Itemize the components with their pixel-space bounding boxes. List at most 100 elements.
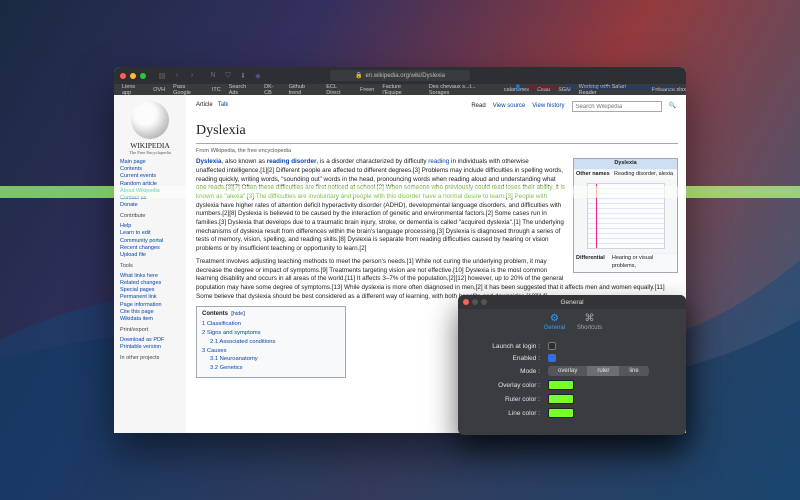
checkbox-launch-at-login[interactable] xyxy=(548,342,556,350)
bookmark-item[interactable]: DK-CB xyxy=(264,84,281,95)
link-contributions[interactable]: Contributions xyxy=(580,85,612,91)
bookmark-item[interactable]: Github trend xyxy=(289,84,318,95)
sidebar-heading: Print/export xyxy=(120,327,180,333)
seg-line[interactable]: line xyxy=(619,366,648,376)
browser-titlebar: ▤ ‹ › N ⛉ ⬇ ◆ 🔒 en.wikipedia.org/wiki/Dy… xyxy=(114,67,686,84)
command-icon: ⌘ xyxy=(573,313,607,324)
prefs-tab-general[interactable]: ⚙︎General xyxy=(538,313,572,331)
bookmark-item[interactable]: Liens app xyxy=(122,84,145,95)
sidebar-item[interactable]: What links here xyxy=(120,273,180,279)
link-create-account[interactable]: Create account xyxy=(618,85,655,91)
bookmark-item[interactable]: Freen xyxy=(360,87,374,93)
search-input[interactable] xyxy=(572,101,662,112)
sidebar-item[interactable]: Special pages xyxy=(120,287,180,293)
label-overlay-color: Overlay color : xyxy=(468,382,540,389)
toc-item[interactable]: 3.1 Neuroanatomy xyxy=(210,356,340,364)
window-close-icon[interactable] xyxy=(120,73,126,79)
seg-overlay[interactable]: overlay xyxy=(548,366,587,376)
prefs-title: General xyxy=(560,299,583,306)
bookmark-item[interactable]: Facture l'Equipe xyxy=(382,84,421,95)
link-login[interactable]: Log in xyxy=(661,85,676,91)
sidebar-item[interactable]: Cite this page xyxy=(120,309,180,315)
toc-item[interactable]: 3.2 Genetics xyxy=(210,365,340,373)
toc-item[interactable]: 2.1 Associated conditions xyxy=(210,339,340,347)
forward-icon[interactable]: › xyxy=(188,72,196,80)
bookmark-item[interactable]: Des chevaux s...t... Sorages xyxy=(429,84,496,95)
search-icon[interactable]: 🔍 xyxy=(669,102,676,110)
gear-icon: ⚙︎ xyxy=(538,313,572,324)
preferences-panel: General ⚙︎General ⌘Shortcuts Launch at l… xyxy=(458,295,686,435)
not-logged-in: Not logged in xyxy=(527,85,559,91)
handwriting-image-icon xyxy=(587,183,665,249)
window-minimize-icon[interactable] xyxy=(130,73,136,79)
tab-article[interactable]: Article xyxy=(196,102,213,108)
toc-item[interactable]: 3 Causes xyxy=(202,348,340,356)
wikipedia-globe-icon[interactable] xyxy=(131,101,169,139)
sidebar-item[interactable]: Permanent link xyxy=(120,294,180,300)
tab-talk[interactable]: Talk xyxy=(218,102,229,108)
sidebar-item[interactable]: About Wikipedia xyxy=(120,188,180,194)
tab-view-history[interactable]: View history xyxy=(532,102,564,110)
mode-segmented-control: overlay ruler line xyxy=(548,366,649,376)
page-title: Dyslexia xyxy=(196,121,678,140)
label-ruler-color: Ruler color : xyxy=(468,396,540,403)
colorwell-ruler[interactable] xyxy=(548,394,574,404)
tab-view-source[interactable]: View source xyxy=(493,102,526,110)
sidebar-item[interactable]: Contents xyxy=(120,166,180,172)
sidebar-item[interactable]: Random article xyxy=(120,181,180,187)
lock-icon: 🔒 xyxy=(355,72,362,79)
sidebar-item[interactable]: Current events xyxy=(120,173,180,179)
bookmark-item[interactable]: Pass Google xyxy=(173,84,204,95)
sidebar-item[interactable]: Donate xyxy=(120,202,180,208)
infobox-image[interactable] xyxy=(574,179,677,253)
colorwell-overlay[interactable] xyxy=(548,380,574,390)
prefs-zoom-icon xyxy=(481,299,487,305)
seg-ruler[interactable]: ruler xyxy=(587,366,619,376)
colorwell-line[interactable] xyxy=(548,408,574,418)
bookmark-item[interactable]: ECL Direct xyxy=(326,84,352,95)
person-icon: 👤 xyxy=(515,85,522,91)
wikipedia-wordmark: WIKIPEDIAThe Free Encyclopedia xyxy=(120,141,180,155)
sidebar-item[interactable]: Main page xyxy=(120,159,180,165)
sidebar-item[interactable]: Recent changes xyxy=(120,245,180,251)
page-subtitle: From Wikipedia, the free encyclopedia xyxy=(196,148,678,156)
sidebar-item[interactable]: Page information xyxy=(120,302,180,308)
sidebar-item[interactable]: Contact us xyxy=(120,195,180,201)
sidebar-item[interactable]: Learn to edit xyxy=(120,230,180,236)
sidebar-item[interactable]: Related changes xyxy=(120,280,180,286)
sidebar-item[interactable]: Download as PDF xyxy=(120,337,180,343)
bookmark-item[interactable]: Search Ads xyxy=(229,84,256,95)
sidebar-item[interactable]: Upload file xyxy=(120,252,180,258)
sidebar-item[interactable]: Help xyxy=(120,223,180,229)
sidebar-heading: Contribute xyxy=(120,213,180,219)
tab-read[interactable]: Read xyxy=(471,102,485,110)
bookmark-item[interactable]: OVH xyxy=(153,87,165,93)
toc-item[interactable]: 1 Classification xyxy=(202,321,340,329)
url-bar[interactable]: 🔒 en.wikipedia.org/wiki/Dyslexia xyxy=(330,70,470,81)
download-icon[interactable]: ⬇ xyxy=(239,72,247,80)
link-talk[interactable]: Talk xyxy=(565,85,575,91)
window-zoom-icon[interactable] xyxy=(140,73,146,79)
sidebar-item[interactable]: Community portal xyxy=(120,238,180,244)
sidebar-item[interactable]: Wikidata item xyxy=(120,316,180,322)
link[interactable]: reading xyxy=(428,158,449,165)
prefs-close-icon[interactable] xyxy=(463,299,469,305)
bookmark-item[interactable]: ITC xyxy=(212,87,221,93)
checkbox-enabled[interactable] xyxy=(548,354,556,362)
table-of-contents: Contents [hide] 1 Classification2 Signs … xyxy=(196,306,346,378)
tab-favicon-icon: N xyxy=(209,72,217,80)
sidebar-item[interactable]: Printable version xyxy=(120,344,180,350)
ext-icon[interactable]: ◆ xyxy=(254,72,262,80)
back-icon[interactable]: ‹ xyxy=(173,72,181,80)
infobox: Dyslexia Other namesReading disorder, al… xyxy=(573,158,678,272)
shield-icon[interactable]: ⛉ xyxy=(224,72,232,80)
sidebar-heading: Tools xyxy=(120,263,180,269)
wiki-user-links: 👤 Not logged in Talk Contributions Creat… xyxy=(511,85,676,93)
toc-item[interactable]: 2 Signs and symptoms xyxy=(202,330,340,338)
link[interactable]: reading disorder xyxy=(267,158,317,165)
toc-hide[interactable]: hide xyxy=(233,311,243,317)
sidebar-icon[interactable]: ▤ xyxy=(158,72,166,80)
prefs-tab-shortcuts[interactable]: ⌘Shortcuts xyxy=(573,313,607,331)
link[interactable]: Dyslexia xyxy=(196,158,222,165)
label-enabled: Enabled : xyxy=(468,355,540,362)
